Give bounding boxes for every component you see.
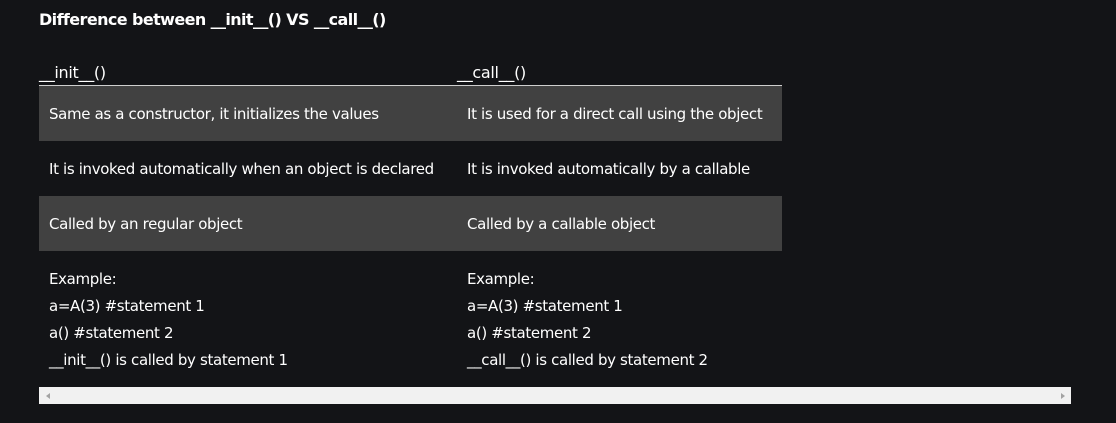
example-line: a() #statement 2 [467, 324, 592, 342]
horizontal-scrollbar[interactable] [39, 387, 1071, 404]
example-line: Example: [467, 270, 535, 288]
example-line: __init__() is called by statement 1 [49, 351, 288, 369]
example-line: a=A(3) #statement 1 [467, 297, 623, 315]
example-line: a() #statement 2 [49, 324, 174, 342]
table-cell-init: It is invoked automatically when an obje… [49, 159, 434, 178]
scroll-left-arrow-icon[interactable] [39, 387, 56, 404]
scroll-right-arrow-icon[interactable] [1054, 387, 1071, 404]
table-header-call: __call__() [457, 63, 526, 82]
table-cell-init: Same as a constructor, it initializes th… [49, 104, 379, 123]
example-line: __call__() is called by statement 2 [467, 351, 708, 369]
example-line: Example: [49, 270, 117, 288]
table-row: Called by an regular object Called by a … [39, 196, 782, 251]
table-cell-init: Called by an regular object [49, 214, 243, 233]
section-title: Difference between __init__() VS __call_… [39, 10, 386, 29]
table-header-init: __init__() [39, 63, 106, 82]
table-row: Same as a constructor, it initializes th… [39, 86, 782, 141]
table-cell-call: Called by a callable object [467, 214, 656, 233]
table-cell-call: It is invoked automatically by a callabl… [467, 159, 750, 178]
example-cell-init: Example: a=A(3) #statement 1 a() #statem… [49, 266, 288, 374]
table-cell-call: It is used for a direct call using the o… [467, 104, 763, 123]
example-cell-call: Example: a=A(3) #statement 1 a() #statem… [467, 266, 708, 374]
table-row: It is invoked automatically when an obje… [39, 141, 782, 196]
article-page: Difference between __init__() VS __call_… [0, 0, 1116, 423]
example-line: a=A(3) #statement 1 [49, 297, 205, 315]
